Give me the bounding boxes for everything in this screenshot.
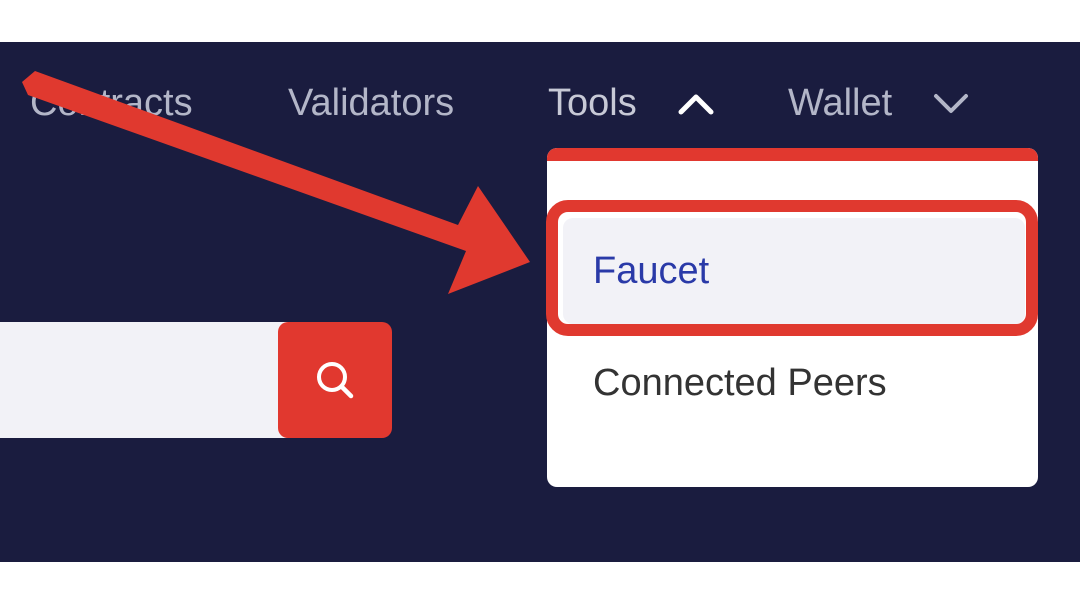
dropdown-item-faucet[interactable]: Faucet xyxy=(563,218,1025,324)
dropdown-item-label: Connected Peers xyxy=(593,362,887,404)
dropdown-item-connected-peers[interactable]: Connected Peers xyxy=(563,348,1025,418)
search-icon xyxy=(317,362,354,399)
tools-dropdown-menu: Faucet Connected Peers xyxy=(547,148,1038,487)
chevron-up-icon[interactable] xyxy=(676,89,716,119)
nav-item-tools[interactable]: Tools xyxy=(548,76,637,130)
search-button[interactable] xyxy=(278,322,392,438)
nav-item-validators[interactable]: Validators xyxy=(288,76,454,130)
chevron-down-icon[interactable] xyxy=(931,89,971,119)
search-input[interactable] xyxy=(0,322,300,438)
dropdown-item-label: Faucet xyxy=(593,250,710,292)
dropdown-accent-bar xyxy=(547,148,1038,161)
nav-item-wallet[interactable]: Wallet xyxy=(788,76,892,130)
nav-item-contracts[interactable]: Contracts xyxy=(30,76,193,130)
